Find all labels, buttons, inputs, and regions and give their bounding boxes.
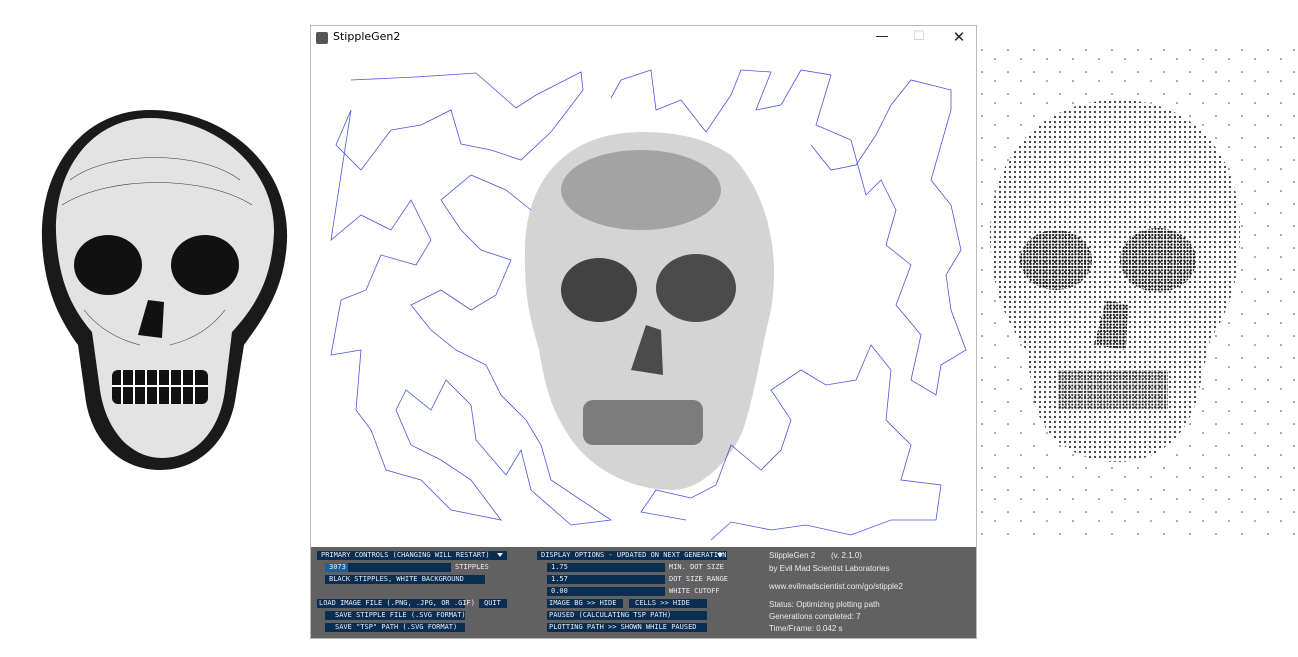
generations-text: Generations completed: 7 xyxy=(769,612,861,621)
minimize-icon[interactable]: — xyxy=(864,26,900,50)
background-toggle-button[interactable]: BLACK STIPPLES, WHITE BACKGROUND xyxy=(325,575,485,584)
save-stipple-svg-button[interactable]: SAVE STIPPLE FILE (.SVG FORMAT) xyxy=(325,611,466,620)
dot-size-range-slider[interactable]: 1.57 xyxy=(547,575,665,584)
pause-button[interactable]: PAUSED (CALCULATING TSP PATH) xyxy=(547,611,707,620)
stipplegen-window: StippleGen2 — ☐ ✕ PRIMARY CONTROLS (CHAN… xyxy=(310,25,977,639)
cells-label: CELLS >> HIDE xyxy=(635,599,690,607)
maximize-icon[interactable]: ☐ xyxy=(901,26,937,50)
stipples-slider[interactable]: 3073 xyxy=(325,563,451,572)
stipple-canvas xyxy=(330,69,967,541)
pause-label: PAUSED (CALCULATING TSP PATH) xyxy=(549,611,672,619)
stipples-value: 3073 xyxy=(329,563,346,571)
chevron-down-icon xyxy=(717,553,723,557)
white-cutoff-slider[interactable]: 0.00 xyxy=(547,587,665,596)
status-text: Status: Optimizing plotting path xyxy=(769,600,880,609)
min-dot-size-label: MIN. DOT SIZE xyxy=(669,563,724,571)
load-image-label: LOAD IMAGE FILE (.PNG, .JPG, OR .GIF) xyxy=(319,599,475,607)
plotting-path-toggle[interactable]: PLOTTING PATH >> SHOWN WHILE PAUSED xyxy=(547,623,707,632)
save-tsp-path-button[interactable]: SAVE "TSP" PATH (.SVG FORMAT) xyxy=(325,623,465,632)
image-bg-label: IMAGE BG >> HIDE xyxy=(549,599,617,607)
save-stipple-svg-label: SAVE STIPPLE FILE (.SVG FORMAT) xyxy=(335,611,466,619)
control-panel: PRIMARY CONTROLS (CHANGING WILL RESTART)… xyxy=(311,547,976,638)
app-name: StippleGen 2 xyxy=(769,551,816,560)
primary-controls-dropdown[interactable]: PRIMARY CONTROLS (CHANGING WILL RESTART) xyxy=(317,551,507,560)
window-title: StippleGen2 xyxy=(333,30,401,43)
display-options-label: DISPLAY OPTIONS - UPDATED ON NEXT GENERA… xyxy=(541,551,727,559)
dot-size-range-value: 1.57 xyxy=(551,575,568,583)
primary-controls-label: PRIMARY CONTROLS (CHANGING WILL RESTART) xyxy=(321,551,490,559)
title-bar: StippleGen2 — ☐ ✕ xyxy=(311,26,976,50)
white-cutoff-value: 0.00 xyxy=(551,587,568,595)
stippled-output-image xyxy=(978,40,1298,540)
load-image-button[interactable]: LOAD IMAGE FILE (.PNG, .JPG, OR .GIF) xyxy=(317,599,475,608)
cells-toggle[interactable]: CELLS >> HIDE xyxy=(629,599,707,608)
min-dot-size-value: 1.75 xyxy=(551,563,568,571)
chevron-down-icon xyxy=(497,553,503,557)
min-dot-size-slider[interactable]: 1.75 xyxy=(547,563,665,572)
quit-button[interactable]: QUIT xyxy=(479,599,507,608)
plotting-path-label: PLOTTING PATH >> SHOWN WHILE PAUSED xyxy=(549,623,697,631)
app-icon xyxy=(316,32,328,44)
stipples-label: STIPPLES xyxy=(455,563,489,571)
time-per-frame-text: Time/Frame: 0.042 s xyxy=(769,624,843,633)
app-url: www.evilmadscientist.com/go/stipple2 xyxy=(769,582,903,591)
display-options-dropdown[interactable]: DISPLAY OPTIONS - UPDATED ON NEXT GENERA… xyxy=(537,551,727,560)
quit-label: QUIT xyxy=(484,599,501,607)
save-tsp-path-label: SAVE "TSP" PATH (.SVG FORMAT) xyxy=(335,623,458,631)
image-bg-toggle[interactable]: IMAGE BG >> HIDE xyxy=(547,599,623,608)
app-author: by Evil Mad Scientist Laboratories xyxy=(769,564,890,573)
app-version: (v. 2.1.0) xyxy=(831,551,862,560)
skull-stipples xyxy=(524,132,775,490)
dot-size-range-label: DOT SIZE RANGE xyxy=(669,575,729,583)
background-toggle-label: BLACK STIPPLES, WHITE BACKGROUND xyxy=(329,575,464,583)
source-skull-image xyxy=(41,110,288,470)
white-cutoff-label: WHITE CUTOFF xyxy=(669,587,720,595)
close-icon[interactable]: ✕ xyxy=(941,26,977,50)
